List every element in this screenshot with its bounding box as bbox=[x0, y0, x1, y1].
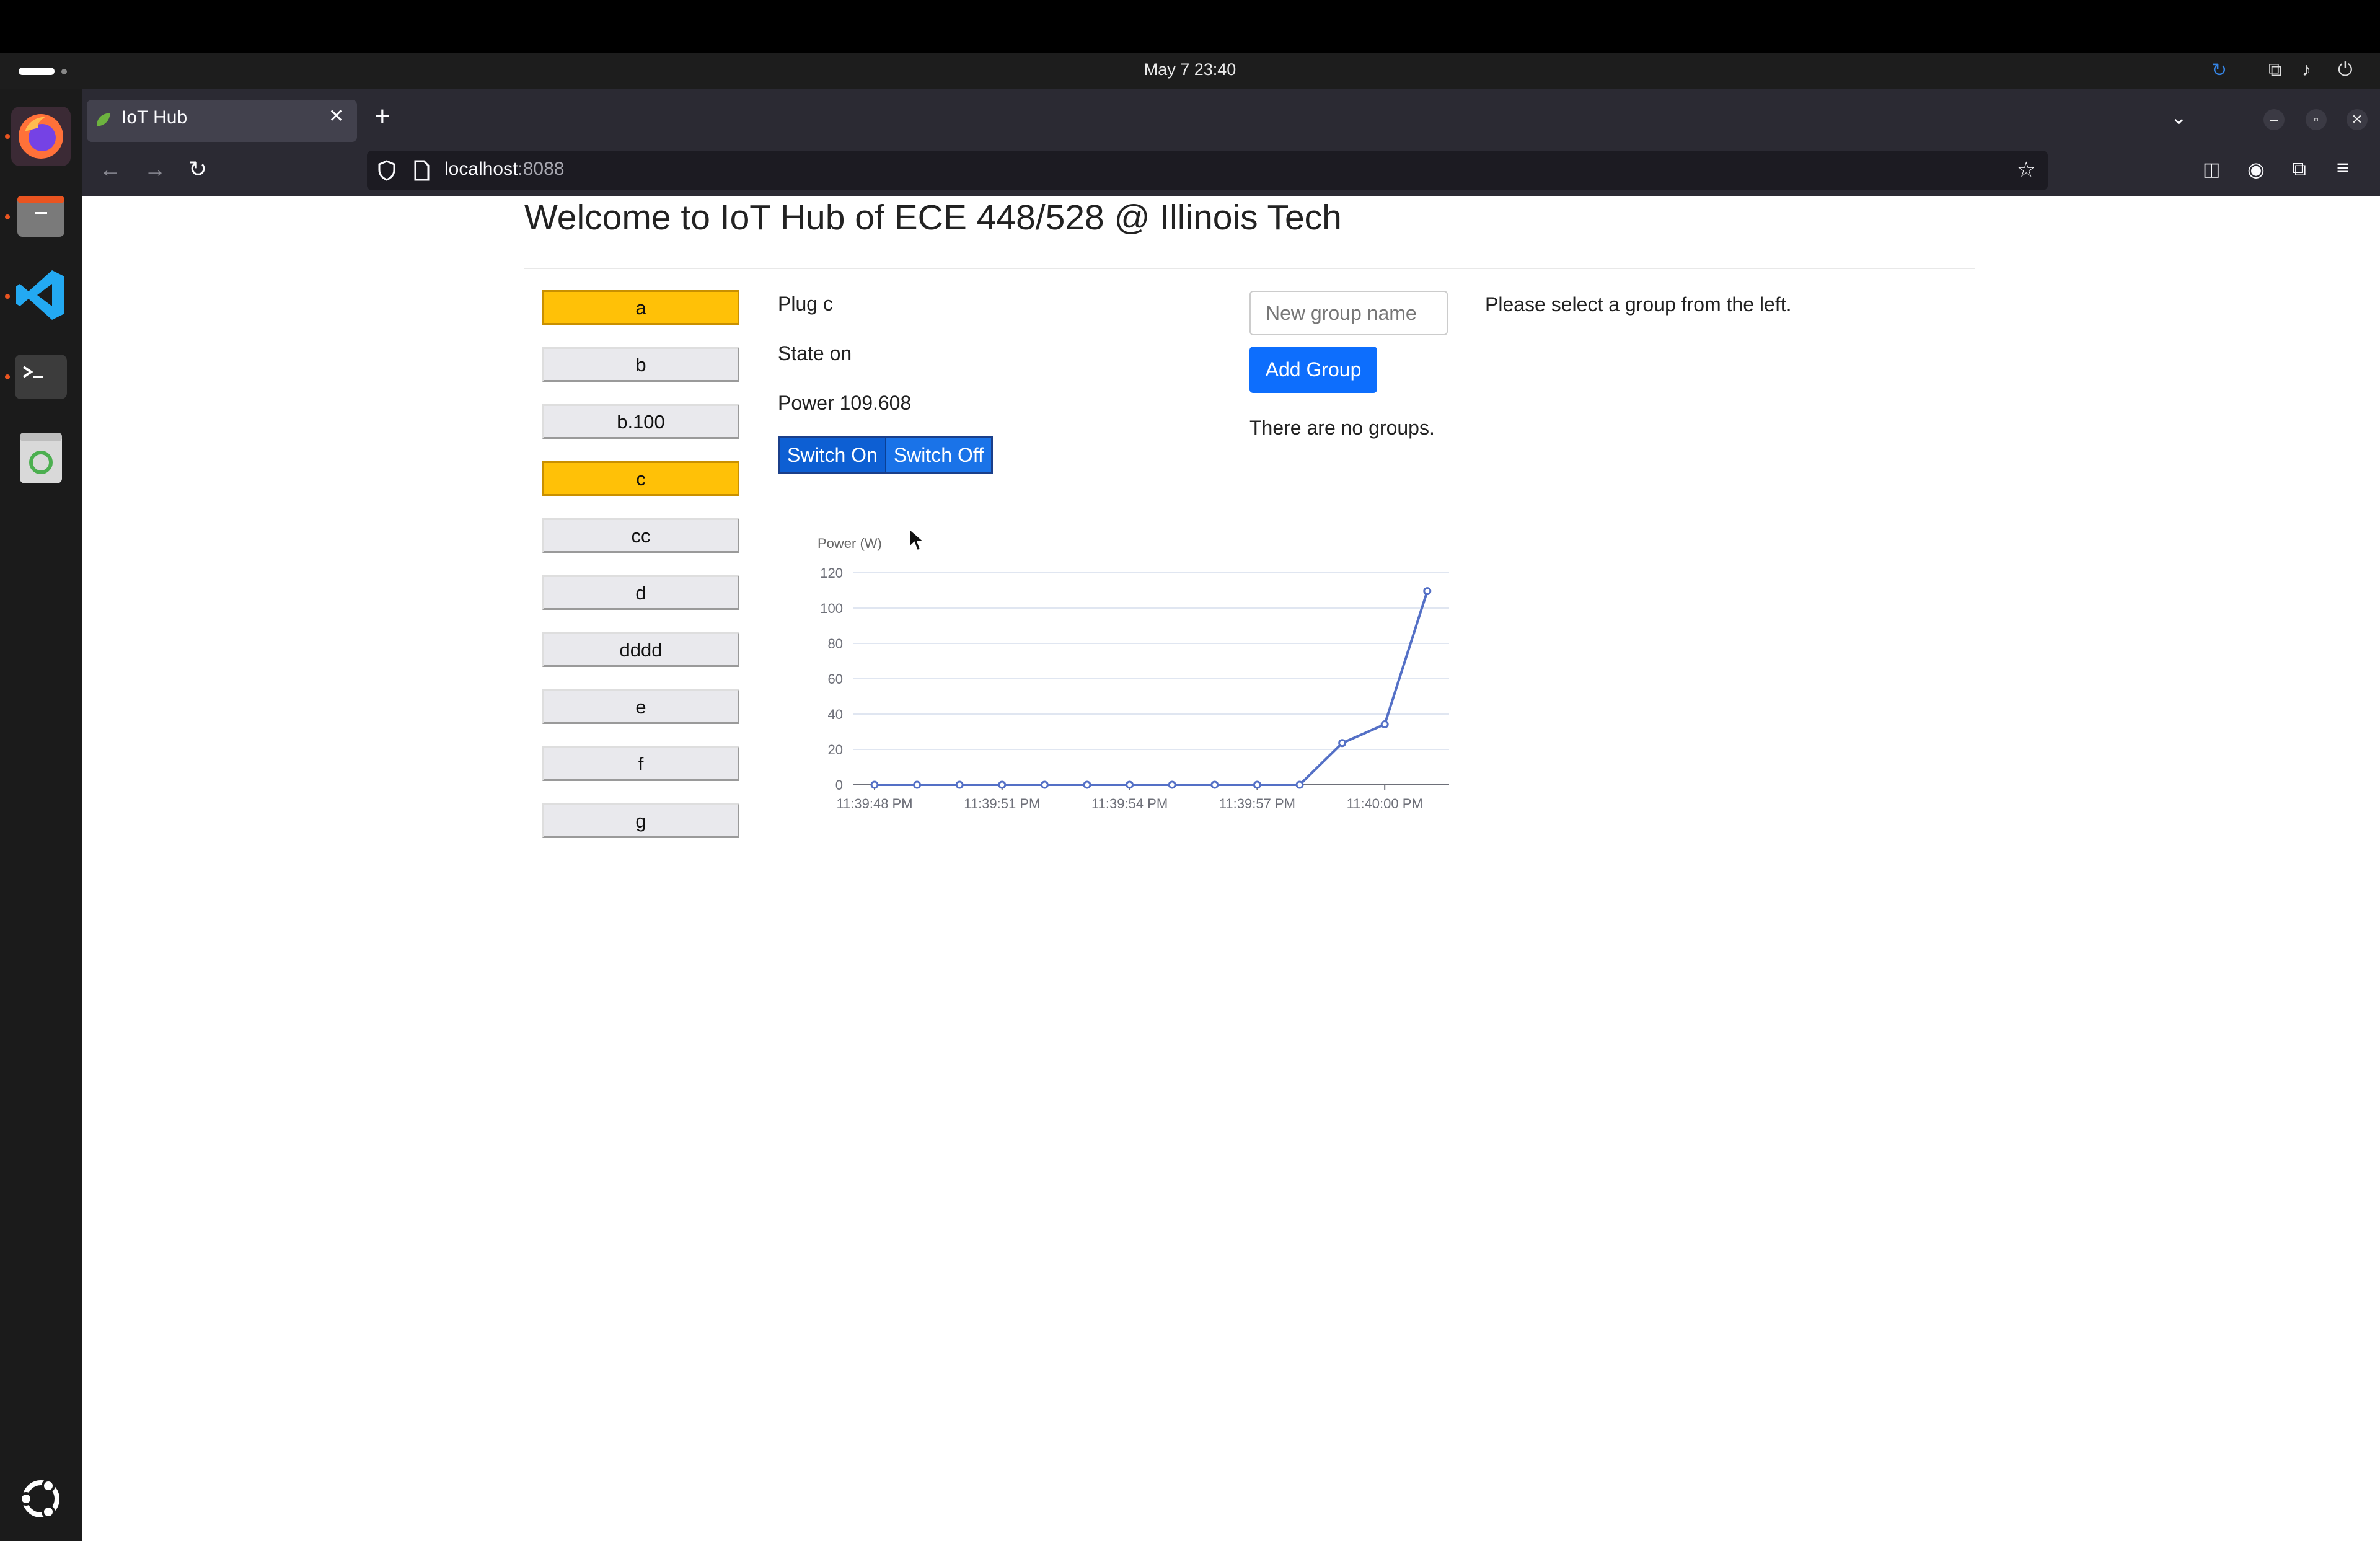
ubuntu-icon[interactable] bbox=[11, 1469, 71, 1529]
files-icon[interactable] bbox=[11, 186, 71, 245]
close-tab-icon[interactable]: ✕ bbox=[328, 105, 344, 127]
top-black-band bbox=[0, 0, 2380, 53]
tab-title[interactable]: IoT Hub bbox=[121, 107, 187, 128]
update-icon[interactable]: ↻ bbox=[2211, 60, 2227, 81]
running-indicator bbox=[5, 214, 10, 219]
data-point bbox=[913, 780, 922, 789]
plug-button-g[interactable]: g bbox=[542, 803, 739, 838]
switch-button-group: Switch On Switch Off bbox=[778, 436, 994, 474]
plug-state: State on bbox=[778, 342, 852, 364]
add-group-button[interactable]: Add Group bbox=[1250, 347, 1377, 393]
plug-name: Plug c bbox=[778, 293, 833, 315]
data-point bbox=[1253, 780, 1261, 789]
url-host: localhost bbox=[444, 159, 518, 179]
data-point bbox=[1168, 780, 1176, 789]
switch-on-button[interactable]: Switch On bbox=[780, 438, 886, 472]
close-window-icon[interactable]: ✕ bbox=[2347, 109, 2368, 130]
divider bbox=[524, 268, 1975, 269]
switch-off-button[interactable]: Switch Off bbox=[886, 438, 992, 472]
list-tabs-chevron-icon[interactable]: ⌄ bbox=[2171, 105, 2187, 129]
x-tick-label: 11:39:54 PM bbox=[1091, 796, 1168, 811]
bookmark-star-icon[interactable]: ☆ bbox=[2017, 157, 2035, 182]
y-tick-label: 60 bbox=[828, 671, 843, 687]
system-clock[interactable]: May 7 23:40 bbox=[0, 60, 2380, 79]
page-icon bbox=[413, 160, 430, 184]
minimize-icon[interactable]: – bbox=[2263, 109, 2285, 130]
trash-icon[interactable] bbox=[11, 428, 71, 487]
data-point bbox=[1338, 739, 1347, 748]
restore-icon[interactable]: ▫ bbox=[2306, 109, 2327, 130]
data-point bbox=[1126, 780, 1134, 789]
back-arrow-icon[interactable]: ← bbox=[99, 156, 121, 182]
y-tick-label: 120 bbox=[820, 565, 843, 581]
plug-button-e[interactable]: e bbox=[542, 689, 739, 724]
no-groups-message: There are no groups. bbox=[1250, 417, 1435, 439]
plug-button-f[interactable]: f bbox=[542, 746, 739, 781]
data-point bbox=[1210, 780, 1219, 789]
extensions-icon[interactable]: ⧉ bbox=[2292, 157, 2306, 181]
power-line-chart: Power (W) 0 20 40 60 80 100 120 11:39:48 PM 11:… bbox=[818, 536, 1449, 811]
plug-button-dddd[interactable]: dddd bbox=[542, 632, 739, 667]
power-series-line bbox=[875, 591, 1429, 786]
terminal-icon[interactable] bbox=[11, 347, 71, 407]
data-point bbox=[955, 780, 964, 789]
data-point bbox=[1040, 780, 1049, 789]
y-axis-label: Power (W) bbox=[818, 536, 882, 551]
select-group-message: Please select a group from the left. bbox=[1485, 293, 1792, 316]
mouse-cursor-icon bbox=[909, 528, 925, 552]
y-tick-label: 40 bbox=[828, 707, 843, 722]
y-tick-label: 0 bbox=[835, 777, 843, 793]
y-tick-label: 20 bbox=[828, 742, 843, 757]
running-indicator bbox=[5, 374, 10, 379]
leaf-icon bbox=[94, 110, 113, 132]
account-icon[interactable]: ◉ bbox=[2247, 157, 2265, 181]
tab-strip bbox=[82, 89, 2380, 147]
power-icon[interactable]: ⏻ bbox=[2338, 60, 2353, 81]
data-point bbox=[998, 780, 1007, 789]
shield-icon[interactable] bbox=[377, 160, 397, 184]
plug-button-d[interactable]: d bbox=[542, 575, 739, 610]
data-point bbox=[870, 780, 879, 789]
plug-button-b-100[interactable]: b.100 bbox=[542, 404, 739, 439]
new-tab-icon[interactable]: + bbox=[374, 101, 390, 132]
data-point bbox=[1380, 720, 1389, 729]
network-icon[interactable]: ⧉ bbox=[2268, 60, 2281, 81]
pocket-icon[interactable]: ◫ bbox=[2203, 159, 2220, 180]
plug-button-b[interactable]: b bbox=[542, 347, 739, 382]
volume-icon[interactable]: ♪ bbox=[2302, 60, 2311, 81]
data-point bbox=[1423, 587, 1432, 596]
url-bar[interactable] bbox=[367, 151, 2048, 190]
menu-icon[interactable]: ≡ bbox=[2337, 156, 2349, 180]
plug-button-a[interactable]: a bbox=[542, 290, 739, 325]
running-indicator bbox=[5, 294, 10, 299]
x-tick-label: 11:39:57 PM bbox=[1219, 796, 1295, 811]
y-tick-label: 100 bbox=[820, 601, 843, 616]
plug-button-c[interactable]: c bbox=[542, 461, 739, 496]
x-tick-label: 11:39:48 PM bbox=[836, 796, 912, 811]
page-title: Welcome to IoT Hub of ECE 448/528 @ Illi… bbox=[524, 198, 1342, 237]
x-tick-label: 11:39:51 PM bbox=[964, 796, 1040, 811]
plug-button-cc[interactable]: cc bbox=[542, 518, 739, 553]
data-point bbox=[1083, 780, 1091, 789]
url-text[interactable]: localhost:8088 bbox=[444, 159, 564, 180]
y-tick-label: 80 bbox=[828, 636, 843, 651]
new-group-name-input[interactable]: New group name bbox=[1250, 291, 1448, 335]
forward-arrow-icon[interactable]: → bbox=[144, 156, 166, 182]
plug-power: Power 109.608 bbox=[778, 392, 912, 414]
url-port: :8088 bbox=[518, 159, 565, 179]
vscode-icon[interactable] bbox=[11, 265, 71, 325]
data-point bbox=[1295, 780, 1304, 789]
firefox-icon[interactable] bbox=[11, 107, 71, 166]
page-content bbox=[82, 196, 2380, 1541]
running-indicator bbox=[5, 134, 10, 139]
reload-icon[interactable]: ↻ bbox=[188, 156, 207, 182]
x-tick-label: 11:40:00 PM bbox=[1347, 796, 1423, 811]
